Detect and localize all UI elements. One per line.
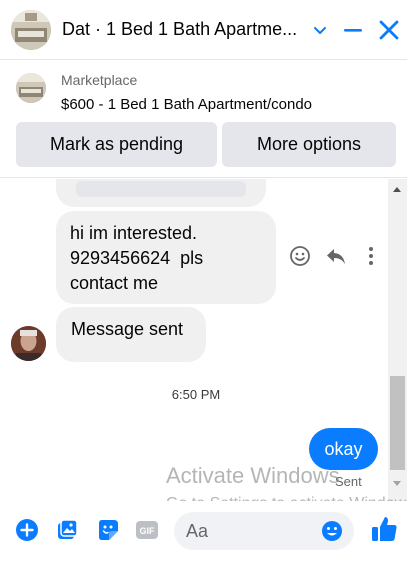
outgoing-message-bubble[interactable]: okay (309, 428, 378, 470)
marketplace-label: Marketplace (61, 72, 138, 88)
message-input-container[interactable] (174, 512, 354, 550)
smiley-icon[interactable] (288, 244, 312, 268)
scroll-up-arrow-icon[interactable] (393, 187, 401, 192)
incoming-message-bubble[interactable]: hi im interested. 9293456624 pls contact… (56, 211, 276, 304)
listing-thumbnail[interactable] (16, 73, 46, 103)
chat-title[interactable]: Dat · 1 Bed 1 Bath Apartme... (62, 19, 307, 40)
emoji-icon[interactable] (320, 519, 344, 543)
gif-icon[interactable]: GIF (134, 517, 160, 543)
marketplace-panel: Marketplace $600 - 1 Bed 1 Bath Apartmen… (0, 60, 407, 178)
scroll-down-arrow-icon[interactable] (393, 481, 401, 486)
mark-pending-button[interactable]: Mark as pending (16, 122, 217, 167)
message-line: 9293456624 pls (70, 248, 204, 268)
message-actions (288, 244, 383, 268)
message-input[interactable] (186, 512, 316, 550)
message-line: hi im interested. (70, 223, 198, 243)
sender-avatar[interactable] (11, 326, 46, 361)
sent-status: Sent (335, 474, 362, 489)
reply-icon[interactable] (324, 244, 348, 268)
chat-header: Dat · 1 Bed 1 Bath Apartme... (0, 0, 407, 60)
plus-circle-icon[interactable] (14, 517, 40, 543)
more-vertical-icon[interactable] (359, 244, 383, 268)
thread-scrollbar[interactable] (388, 179, 407, 501)
previous-message-bubble (56, 179, 266, 207)
scrollbar-thumb[interactable] (390, 376, 405, 470)
more-options-button[interactable]: More options (222, 122, 396, 167)
photo-icon[interactable] (54, 517, 80, 543)
message-composer: GIF (0, 501, 407, 568)
sticker-icon[interactable] (95, 517, 121, 543)
message-timestamp: 6:50 PM (171, 387, 221, 402)
thumbs-up-icon[interactable] (369, 514, 399, 544)
listing-title[interactable]: $600 - 1 Bed 1 Bath Apartment/condo (61, 96, 312, 113)
listing-avatar[interactable] (11, 10, 51, 50)
chevron-down-icon[interactable] (312, 22, 328, 38)
svg-text:GIF: GIF (140, 526, 156, 536)
message-line: contact me (70, 273, 159, 293)
minimize-icon[interactable] (341, 18, 365, 42)
incoming-message-bubble[interactable]: Message sent (56, 307, 206, 362)
close-icon[interactable] (376, 17, 402, 43)
previous-message-attachment (76, 181, 246, 197)
message-thread[interactable]: hi im interested. 9293456624 pls contact… (0, 179, 407, 501)
